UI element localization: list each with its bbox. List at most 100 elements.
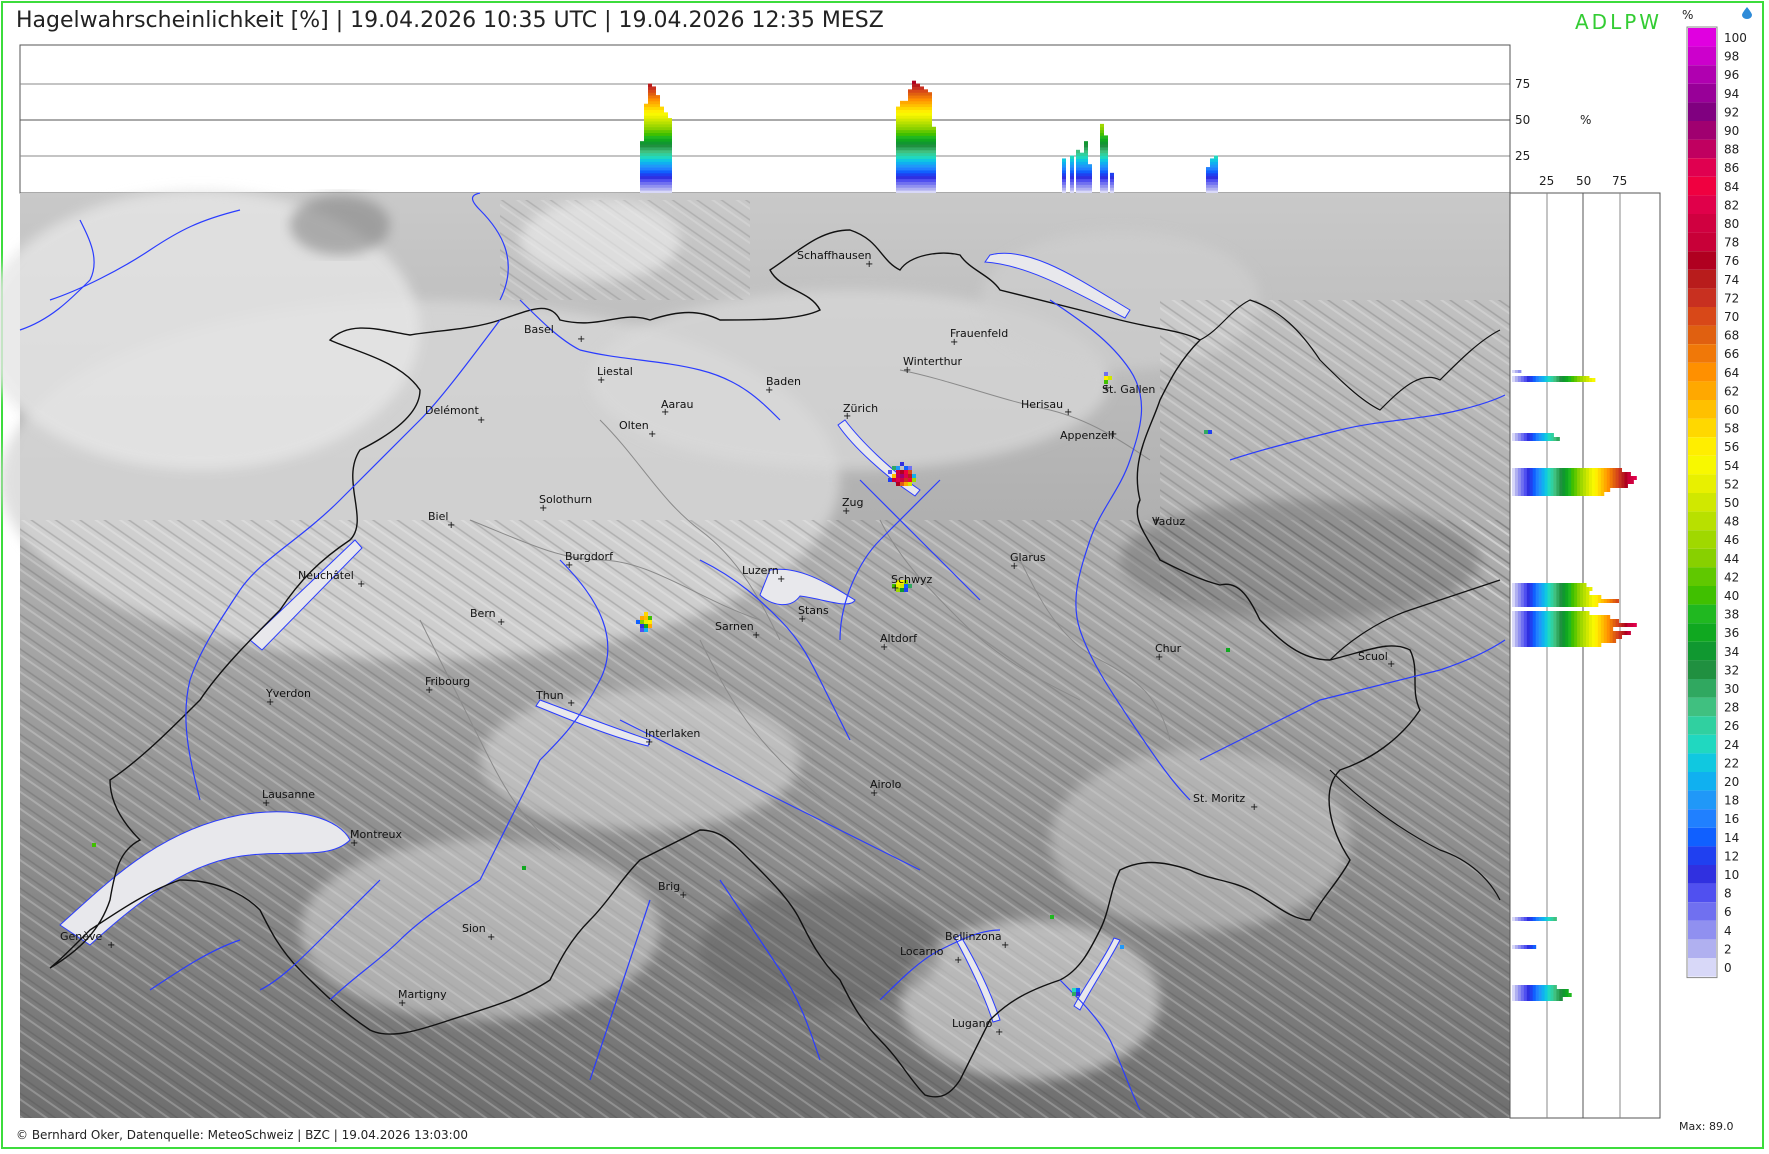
top-tick-25: 25 <box>1515 149 1530 163</box>
city-label: Winterthur <box>903 355 963 368</box>
legend-label: 40 <box>1724 589 1739 603</box>
legend-label: 32 <box>1724 663 1739 677</box>
legend-label: 62 <box>1724 384 1739 398</box>
top-tick-75: 75 <box>1515 77 1530 91</box>
city-label: Luzern <box>742 564 779 577</box>
legend-label: 70 <box>1724 310 1739 324</box>
city-marker: + <box>1064 407 1072 418</box>
legend-swatch <box>1688 604 1716 624</box>
top-profile-column <box>1100 123 1104 194</box>
city-label: Scuol <box>1358 650 1388 663</box>
legend-label: 0 <box>1724 961 1732 975</box>
legend-swatch <box>1688 511 1716 531</box>
color-legend: 1009896949290888684828078767472706866646… <box>1686 26 1747 979</box>
side-profile-row <box>1512 611 1590 615</box>
top-profile-column <box>664 112 668 194</box>
legend-swatch <box>1688 679 1716 698</box>
legend-swatch <box>1688 176 1716 196</box>
side-profile-row <box>1512 631 1631 635</box>
city-label: Basel <box>524 323 554 336</box>
max-value: Max: 89.0 <box>1679 1120 1734 1133</box>
city-marker: + <box>645 737 653 748</box>
city-marker: + <box>870 788 878 799</box>
hail-cell <box>92 843 96 847</box>
hail-cell <box>1120 945 1124 949</box>
top-profile-column <box>668 118 672 194</box>
top-profile-column <box>1110 172 1114 194</box>
city-marker: + <box>497 617 505 628</box>
legend-label: 72 <box>1724 291 1739 305</box>
city-marker: + <box>752 630 760 641</box>
side-profile-row <box>1512 985 1557 989</box>
side-profile-row <box>1512 639 1617 643</box>
legend-swatch <box>1688 827 1716 847</box>
top-profile-column <box>660 106 664 194</box>
legend-label: 42 <box>1724 570 1739 584</box>
top-profile-column <box>924 89 928 194</box>
legend-label: 64 <box>1724 366 1739 380</box>
legend-label: 38 <box>1724 608 1739 622</box>
city-marker: + <box>1010 561 1018 572</box>
legend-label: 36 <box>1724 626 1739 640</box>
legend-label: 86 <box>1724 161 1739 175</box>
top-profile-column <box>1210 158 1214 194</box>
city-marker: + <box>842 506 850 517</box>
city-label: Biel <box>428 510 448 523</box>
top-profile-column <box>928 92 932 194</box>
legend-label: 100 <box>1724 31 1747 45</box>
side-tick-50: 50 <box>1576 174 1591 188</box>
side-profile-panel: 25 50 75 <box>1509 174 1661 1119</box>
legend-label: 24 <box>1724 738 1739 752</box>
city-vaduz: Vaduz+ <box>1152 515 1185 528</box>
top-profile-column <box>1084 141 1088 194</box>
city-marker: + <box>880 642 888 653</box>
top-profile-column <box>904 100 908 194</box>
top-profile-column <box>640 141 644 194</box>
legend-swatch <box>1688 883 1716 903</box>
side-profile-row <box>1512 945 1537 949</box>
top-profile-column <box>896 106 900 194</box>
city-marker: + <box>865 259 873 270</box>
city-st-gallen: St. Gallen+ <box>1102 383 1155 396</box>
side-profile-row <box>1512 643 1602 647</box>
city-marker: + <box>398 998 406 1009</box>
legend-swatch <box>1688 307 1716 326</box>
city-marker: + <box>798 614 806 625</box>
side-profile-row <box>1512 370 1522 373</box>
legend-swatch <box>1688 437 1716 456</box>
city-label: Appenzell <box>1060 429 1114 442</box>
legend-swatch <box>1688 362 1716 382</box>
legend-label: 44 <box>1724 552 1739 566</box>
city-marker: + <box>679 890 687 901</box>
city-label: Sion <box>462 922 486 935</box>
side-profile-row <box>1512 472 1631 476</box>
city-marker: + <box>1250 802 1258 813</box>
legend-label: 14 <box>1724 831 1739 845</box>
top-profile-unit: % <box>1580 113 1591 127</box>
side-profile-row <box>1512 595 1602 599</box>
city-marker: + <box>954 955 962 966</box>
side-profile-row <box>1512 591 1590 595</box>
side-profile-row <box>1512 480 1634 484</box>
city-marker: + <box>539 503 547 514</box>
legend-label: 34 <box>1724 645 1739 659</box>
legend-label: 92 <box>1724 105 1739 119</box>
legend-swatch <box>1688 65 1716 84</box>
legend-label: 66 <box>1724 347 1739 361</box>
city-marker: + <box>350 838 358 849</box>
top-profile-column <box>912 80 916 194</box>
legend-swatch <box>1688 102 1716 121</box>
legend-label: 20 <box>1724 775 1739 789</box>
legend-swatch <box>1688 567 1716 586</box>
city-appenzell: Appenzell+ <box>1060 429 1117 442</box>
side-profile-row <box>1512 635 1623 639</box>
city-label: Bern <box>470 607 496 620</box>
legend-swatch <box>1688 121 1716 140</box>
top-profile-column <box>1062 158 1066 194</box>
city-label: Lugano <box>952 1017 993 1030</box>
side-tick-25: 25 <box>1539 174 1554 188</box>
side-profile-row <box>1512 433 1554 437</box>
top-profile-column <box>656 95 660 194</box>
legend-swatch <box>1688 214 1716 233</box>
city-marker: + <box>425 685 433 696</box>
